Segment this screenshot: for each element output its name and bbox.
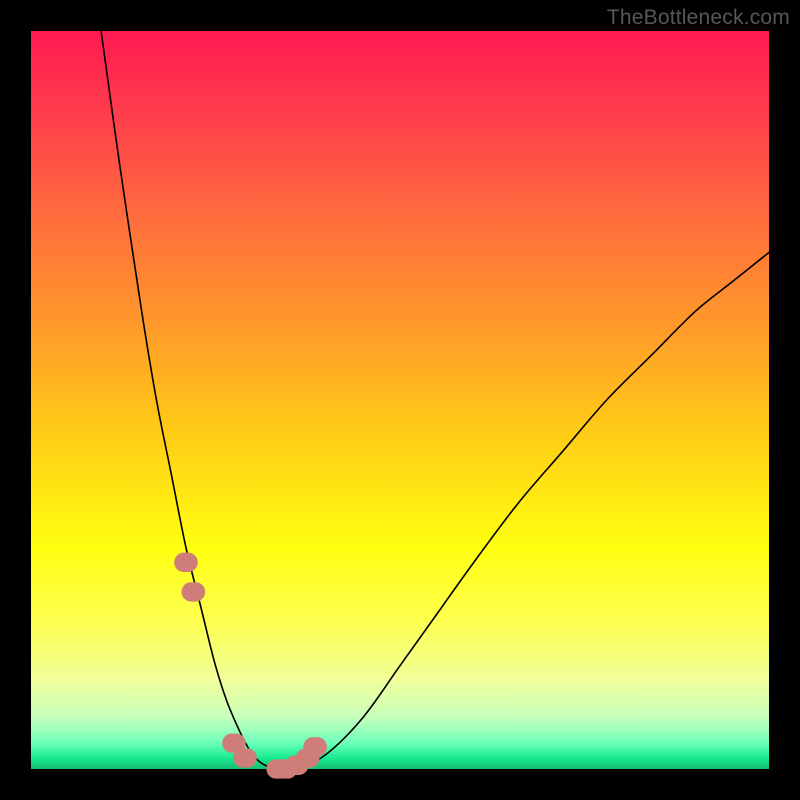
chart-frame: TheBottleneck.com — [0, 0, 800, 800]
highlight-marker — [233, 748, 257, 767]
highlight-marker — [182, 582, 206, 601]
plot-area — [31, 31, 769, 769]
watermark-text: TheBottleneck.com — [607, 6, 790, 30]
highlight-marker — [174, 553, 198, 572]
highlight-markers — [174, 553, 327, 779]
curve-layer — [31, 31, 769, 769]
highlight-marker — [303, 737, 327, 756]
bottleneck-curve — [101, 31, 769, 771]
